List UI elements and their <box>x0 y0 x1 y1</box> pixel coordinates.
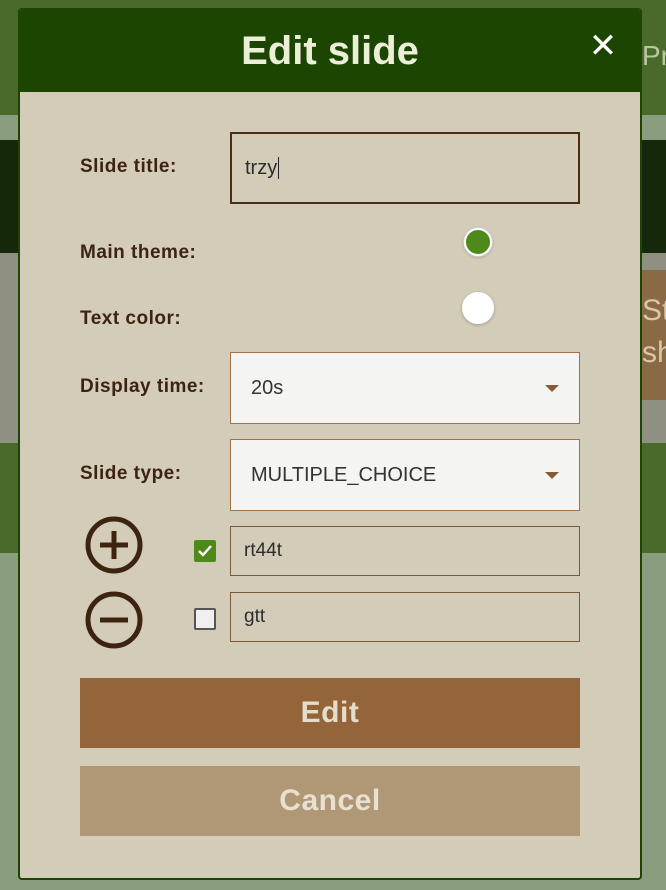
chevron-down-icon <box>545 385 559 392</box>
display-time-select[interactable]: 20s <box>230 352 580 424</box>
chevron-down-icon <box>545 472 559 479</box>
answer-2-text: gtt <box>244 606 266 627</box>
answer-2-correct-checkbox[interactable] <box>194 608 216 630</box>
answer-1-text: rt44t <box>244 540 283 561</box>
text-color-label: Text color: <box>80 308 182 329</box>
slide-title-value: trzy <box>245 156 278 179</box>
background-partial-text: Pr <box>642 40 666 71</box>
close-icon[interactable]: ✕ <box>588 28 618 64</box>
main-theme-color-picker[interactable] <box>464 228 492 256</box>
slide-type-select[interactable]: MULTIPLE_CHOICE <box>230 439 580 511</box>
modal-header: Edit slide ✕ <box>20 10 640 92</box>
background-card-line-1: St <box>642 294 666 327</box>
slide-type-label: Slide type: <box>80 463 182 484</box>
answer-1-correct-checkbox[interactable] <box>194 540 216 562</box>
edit-slide-modal: Edit slide ✕ Slide title: trzy Main them… <box>18 8 642 880</box>
remove-answer-button[interactable] <box>84 590 144 650</box>
check-icon <box>198 545 212 557</box>
slide-title-label: Slide title: <box>80 156 177 177</box>
answer-2-input[interactable]: gtt <box>230 592 580 642</box>
main-theme-label: Main theme: <box>80 242 197 263</box>
add-answer-button[interactable] <box>84 515 144 575</box>
display-time-value: 20s <box>251 376 284 399</box>
background-card-line-2: sh <box>642 336 666 369</box>
display-time-label: Display time: <box>80 376 205 397</box>
minus-circle-icon <box>85 591 143 649</box>
plus-circle-icon <box>85 516 143 574</box>
text-color-picker[interactable] <box>462 292 494 324</box>
slide-title-input[interactable]: trzy <box>230 132 580 204</box>
slide-type-value: MULTIPLE_CHOICE <box>251 463 437 486</box>
text-caret <box>278 157 280 179</box>
edit-button[interactable]: Edit <box>80 678 580 748</box>
modal-title: Edit slide <box>241 28 419 73</box>
answer-1-input[interactable]: rt44t <box>230 526 580 576</box>
cancel-button[interactable]: Cancel <box>80 766 580 836</box>
